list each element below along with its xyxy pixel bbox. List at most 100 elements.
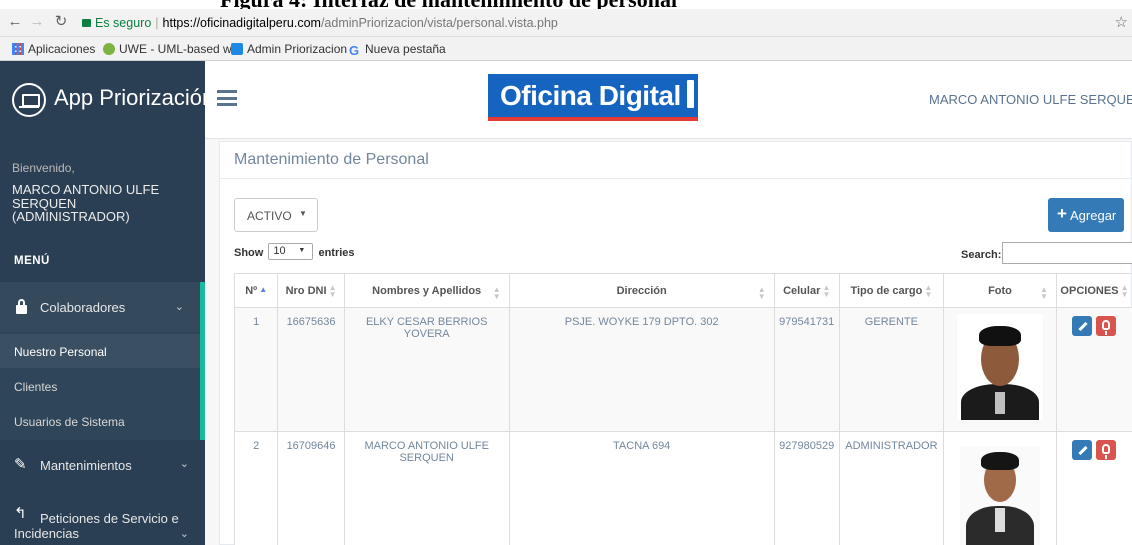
cell-numero: 1	[233, 307, 279, 432]
chevron-down-icon: ⌄	[174, 301, 184, 313]
sort-icon: ▲ ▼	[822, 282, 831, 299]
forward-arrow-icon[interactable]: →	[28, 13, 46, 31]
column-header-numero[interactable]: Nº ▲	[233, 273, 279, 308]
bookmark-star-icon[interactable]: ☆	[1115, 13, 1128, 31]
entries-value: 10	[273, 245, 286, 257]
column-header-nombres[interactable]: Nombres y Apellidos ▲ ▼	[343, 273, 510, 308]
reload-icon[interactable]: ↻	[52, 13, 70, 31]
column-header-opciones[interactable]: OPCIONES ▲ ▼	[1055, 273, 1132, 308]
uwe-icon	[103, 43, 115, 55]
add-button-label: Agregar	[1070, 208, 1117, 223]
table-header-row: Nº ▲ Nro DNI ▲ ▼ Nombres y Apellidos ▲ ▼ Dire…	[233, 273, 1132, 308]
welcome-text: Bienvenido,	[12, 161, 75, 175]
apps-grid-icon	[12, 43, 24, 55]
sidebar-subitem-usuarios[interactable]: Usuarios de Sistema	[0, 404, 200, 438]
cell-dni: 16675636	[277, 307, 345, 432]
browser-address-bar: ← → ↻ Es seguro | https://oficinadigitalpe…	[0, 9, 1132, 37]
colaboradores-submenu: Nuestro Personal Clientes Usuarios de Si…	[0, 332, 205, 440]
delete-button[interactable]	[1096, 316, 1117, 336]
company-logo: Oficina Digital	[488, 74, 698, 121]
pencil-icon	[1078, 321, 1089, 332]
bookmark-label: UWE - UML-based w	[119, 42, 232, 56]
sort-icon: ▲ ▼	[492, 285, 501, 301]
entries-length-control: Show 10 ▼ entries	[234, 243, 355, 260]
sidebar-item-peticiones[interactable]: ↰ Peticiones de Servicio e Incidencias ⌄	[0, 491, 205, 545]
sidebar-subitem-nuestro-personal[interactable]: Nuestro Personal	[0, 334, 200, 368]
thumbs-down-icon	[1102, 444, 1111, 459]
url-host: https://oficinadigitalperu.com	[162, 16, 321, 30]
brand[interactable]: App Priorización	[0, 61, 214, 139]
column-header-direccion[interactable]: Dirección ▲ ▼	[508, 273, 775, 308]
chevron-down-icon: ▼	[298, 247, 306, 254]
status-filter-select[interactable]: ACTIVO ▼	[234, 198, 318, 232]
cell-dni: 16709646	[277, 431, 345, 545]
thumbs-down-icon	[1102, 320, 1111, 335]
sidebar-subitem-label: Clientes	[14, 380, 58, 394]
cell-nombre: MARCO ANTONIO ULFE SERQUEN	[343, 431, 510, 545]
bookmark-label: Admin Priorizacion	[247, 42, 348, 56]
cell-foto	[943, 431, 1057, 545]
search-input[interactable]	[1002, 242, 1132, 264]
page: Figura 4: Interfaz de mantenimiento de p…	[0, 0, 1132, 545]
sort-icon: ▲ ▼	[1040, 285, 1048, 301]
lock-icon	[14, 298, 30, 314]
caption-text: Figura 4: Interfaz de mantenimiento de p…	[220, 0, 677, 9]
show-label: Show	[234, 247, 264, 259]
cell-direccion: TACNA 694	[508, 431, 775, 545]
sort-icon: ▲ ▼	[1120, 282, 1129, 299]
admin-icon	[231, 43, 243, 55]
column-header-celular[interactable]: Celular ▲ ▼	[773, 273, 840, 308]
employee-photo	[956, 314, 1043, 420]
url-separator: |	[155, 16, 159, 30]
employee-photo	[959, 446, 1040, 545]
sidebar: Bienvenido, MARCO ANTONIO ULFE SERQUEN (…	[0, 139, 205, 545]
sidebar-subitem-label: Nuestro Personal	[14, 345, 107, 359]
menu-title: MENÚ	[14, 255, 50, 267]
app-header: App Priorización Oficina Digital MARCO A…	[0, 61, 1132, 139]
column-header-cargo[interactable]: Tipo de cargo ▲ ▼	[838, 273, 945, 308]
sort-icon: ▲ ▼	[757, 285, 766, 301]
entries-select[interactable]: 10 ▼	[268, 243, 314, 260]
bookmark-uwe[interactable]: UWE - UML-based w	[103, 41, 232, 57]
sidebar-item-label: Mantenimientos	[40, 458, 132, 473]
plus-icon: +	[1057, 204, 1067, 223]
secure-label: Es seguro	[95, 16, 152, 30]
header-user-name[interactable]: MARCO ANTONIO ULFE SERQUEN	[929, 92, 1132, 107]
status-filter-value: ACTIVO	[247, 209, 292, 223]
bookmark-new-tab[interactable]: G Nueva pestaña	[349, 41, 446, 57]
figure-caption: Figura 4: Interfaz de mantenimiento de p…	[0, 0, 1132, 9]
menu-toggle-icon[interactable]	[217, 90, 237, 106]
chevron-down-icon: ▼	[299, 209, 307, 218]
bookmark-apps[interactable]: Aplicaciones	[12, 41, 95, 57]
app-title: App Priorización	[54, 85, 215, 110]
bookmark-admin[interactable]: Admin Priorizacion	[231, 41, 347, 57]
column-header-foto[interactable]: Foto ▲ ▼	[943, 273, 1057, 308]
personal-table: Nº ▲ Nro DNI ▲ ▼ Nombres y Apellidos ▲ ▼ Dire…	[233, 273, 1132, 545]
welcome-user-name: MARCO ANTONIO ULFE SERQUEN (ADMINISTRADO…	[12, 182, 160, 224]
cell-celular: 979541731	[773, 307, 840, 432]
table-row: 1 16675636 ELKY CESAR BERRIOS YOVERA PSJ…	[233, 307, 1132, 432]
cell-direccion: PSJE. WOYKE 179 DPTO. 302	[508, 307, 775, 432]
back-arrow-icon[interactable]: ←	[6, 13, 24, 31]
cell-cargo: ADMINISTRADOR	[838, 431, 945, 545]
bookmark-label: Nueva pestaña	[365, 42, 446, 56]
url-field[interactable]: Es seguro | https://oficinadigitalperu.com…	[82, 12, 1132, 34]
personal-panel: Mantenimiento de Personal ACTIVO ▼ + Agr…	[219, 141, 1132, 545]
delete-button[interactable]	[1096, 440, 1117, 460]
page-title: Mantenimiento de Personal	[234, 151, 429, 168]
sidebar-item-colaboradores[interactable]: Colaboradores ⌄	[0, 282, 205, 332]
column-header-dni[interactable]: Nro DNI ▲ ▼	[277, 273, 345, 308]
sidebar-item-label: Colaboradores	[40, 300, 126, 315]
edit-icon: ✎	[14, 456, 27, 473]
chevron-down-icon: ⌄	[179, 528, 189, 540]
sidebar-subitem-clientes[interactable]: Clientes	[0, 369, 200, 403]
entries-label: entries	[318, 247, 355, 259]
add-button[interactable]: + Agregar	[1048, 198, 1124, 232]
cell-celular: 927980529	[773, 431, 840, 545]
sort-icon: ▲ ▼	[924, 282, 933, 299]
edit-button[interactable]	[1072, 316, 1093, 336]
edit-button[interactable]	[1072, 440, 1093, 460]
sidebar-item-mantenimientos[interactable]: ✎ Mantenimientos ⌄	[0, 445, 205, 485]
chevron-down-icon: ⌄	[179, 458, 189, 470]
cell-cargo: GERENTE	[838, 307, 945, 432]
